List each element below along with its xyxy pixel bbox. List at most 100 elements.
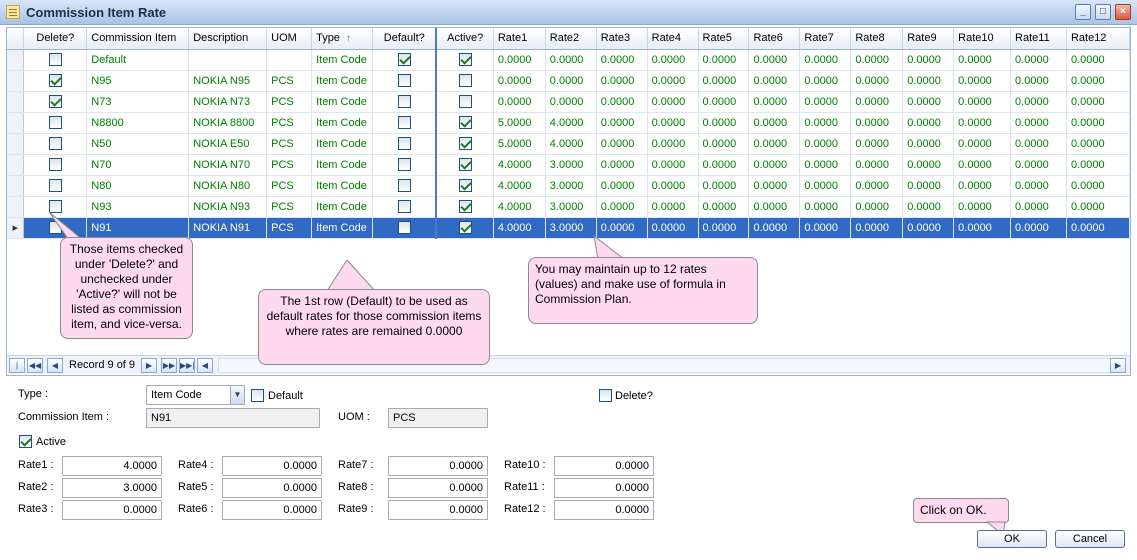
rate9-cell[interactable]: 0.0000 bbox=[902, 133, 955, 155]
rate1-cell[interactable]: 0.0000 bbox=[493, 70, 546, 92]
scroll-left-button[interactable]: ◀ bbox=[197, 358, 213, 373]
rate3-cell[interactable]: 0.0000 bbox=[596, 49, 648, 71]
rate9-cell[interactable]: 0.0000 bbox=[902, 49, 955, 71]
rate7-cell[interactable]: 0.0000 bbox=[799, 154, 852, 176]
delete-checkbox[interactable] bbox=[48, 137, 62, 150]
description-cell[interactable]: NOKIA N80 bbox=[188, 175, 268, 197]
column-header[interactable]: Rate10 bbox=[953, 28, 1012, 50]
active-checkbox[interactable] bbox=[458, 179, 472, 192]
delete-checkbox[interactable] bbox=[48, 158, 62, 171]
rate11-cell[interactable]: 0.0000 bbox=[1010, 49, 1067, 71]
rate3-cell[interactable]: 0.0000 bbox=[596, 91, 648, 113]
rate11-cell[interactable]: 0.0000 bbox=[1010, 154, 1067, 176]
column-header[interactable]: Rate2 bbox=[545, 28, 597, 50]
column-header[interactable]: UOM bbox=[266, 28, 313, 50]
last-record-button[interactable]: ▶▶| bbox=[179, 358, 195, 373]
description-cell[interactable]: NOKIA E50 bbox=[188, 133, 268, 155]
rate11-cell[interactable]: 0.0000 bbox=[1010, 175, 1067, 197]
rate6-cell[interactable]: 0.0000 bbox=[748, 133, 801, 155]
table-row[interactable]: N50 NOKIA E50 PCS Item Code 5.0000 4.0000 0.00… bbox=[7, 133, 1130, 155]
rate6-cell[interactable]: 0.0000 bbox=[748, 91, 801, 113]
rate6-cell[interactable]: 0.0000 bbox=[748, 154, 801, 176]
row-indicator[interactable] bbox=[7, 154, 25, 176]
rate2-cell[interactable]: 3.0000 bbox=[545, 217, 597, 239]
rate9-cell[interactable]: 0.0000 bbox=[902, 175, 955, 197]
rate2-cell[interactable]: 3.0000 bbox=[545, 154, 597, 176]
row-indicator[interactable] bbox=[7, 112, 25, 134]
active-checkbox[interactable] bbox=[19, 435, 32, 448]
rate12-cell[interactable]: 0.0000 bbox=[1066, 175, 1130, 197]
column-header[interactable]: Rate5 bbox=[698, 28, 750, 50]
row-indicator[interactable] bbox=[7, 70, 25, 92]
rate12-cell[interactable]: 0.0000 bbox=[1066, 196, 1130, 218]
rate10-cell[interactable]: 0.0000 bbox=[953, 175, 1012, 197]
rate10-cell[interactable]: 0.0000 bbox=[953, 154, 1012, 176]
rate8-cell[interactable]: 0.0000 bbox=[850, 217, 904, 239]
rate2-cell[interactable]: 0.0000 bbox=[545, 91, 597, 113]
active-checkbox[interactable] bbox=[458, 137, 472, 150]
commission-item-cell[interactable]: N93 bbox=[86, 196, 190, 218]
rate7-cell[interactable]: 0.0000 bbox=[799, 175, 852, 197]
rate8-cell[interactable]: 0.0000 bbox=[850, 133, 904, 155]
column-header[interactable]: Rate1 bbox=[493, 28, 546, 50]
rate3-cell[interactable]: 0.0000 bbox=[596, 154, 648, 176]
rate4-cell[interactable]: 0.0000 bbox=[647, 70, 699, 92]
rate4-cell[interactable]: 0.0000 bbox=[647, 112, 699, 134]
rate2-input[interactable]: 3.0000 bbox=[62, 478, 162, 498]
rate11-input[interactable]: 0.0000 bbox=[554, 478, 654, 498]
rate6-cell[interactable]: 0.0000 bbox=[748, 175, 801, 197]
chevron-down-icon[interactable]: ▼ bbox=[230, 386, 244, 404]
rate5-cell[interactable]: 0.0000 bbox=[698, 91, 750, 113]
commission-item-cell[interactable]: N50 bbox=[86, 133, 190, 155]
rate10-cell[interactable]: 0.0000 bbox=[953, 196, 1012, 218]
rate6-cell[interactable]: 0.0000 bbox=[748, 112, 801, 134]
row-indicator[interactable] bbox=[7, 49, 25, 71]
rate5-cell[interactable]: 0.0000 bbox=[698, 133, 750, 155]
active-checkbox[interactable] bbox=[458, 74, 472, 87]
commission-item-cell[interactable]: N80 bbox=[86, 175, 190, 197]
type-cell[interactable]: Item Code bbox=[311, 133, 374, 155]
active-checkbox[interactable] bbox=[458, 116, 472, 129]
commission-item-cell[interactable]: N91 bbox=[86, 217, 190, 239]
rate12-cell[interactable]: 0.0000 bbox=[1066, 133, 1130, 155]
delete-checkbox[interactable] bbox=[599, 389, 612, 402]
uom-cell[interactable]: PCS bbox=[266, 175, 313, 197]
type-cell[interactable]: Item Code bbox=[311, 91, 374, 113]
table-row[interactable]: N93 NOKIA N93 PCS Item Code 4.0000 3.0000 0.00… bbox=[7, 196, 1130, 218]
rate11-cell[interactable]: 0.0000 bbox=[1010, 112, 1067, 134]
next-page-button[interactable]: ▶▶ bbox=[161, 358, 177, 373]
column-header[interactable]: Rate6 bbox=[748, 28, 801, 50]
rate6-cell[interactable]: 0.0000 bbox=[748, 196, 801, 218]
uom-cell[interactable]: PCS bbox=[266, 112, 313, 134]
rate8-cell[interactable]: 0.0000 bbox=[850, 196, 904, 218]
table-row[interactable]: Default Item Code 0.0000 0.0000 0.0000 0.0000… bbox=[7, 49, 1130, 71]
table-row[interactable]: ▸ N91 NOKIA N91 PCS Item Code 4.0000 3.0000 0.0… bbox=[7, 217, 1130, 239]
default-checkbox[interactable] bbox=[397, 74, 411, 87]
uom-cell[interactable]: PCS bbox=[266, 133, 313, 155]
first-record-button[interactable]: |◀◀ bbox=[9, 358, 25, 375]
delete-checkbox[interactable] bbox=[48, 74, 62, 87]
column-header[interactable]: Type ↑ bbox=[311, 28, 374, 50]
active-checkbox[interactable] bbox=[458, 53, 472, 66]
commission-item-cell[interactable]: N73 bbox=[86, 91, 190, 113]
rate3-input[interactable]: 0.0000 bbox=[62, 500, 162, 520]
column-header[interactable]: Rate7 bbox=[799, 28, 852, 50]
rate3-cell[interactable]: 0.0000 bbox=[596, 70, 648, 92]
rate12-cell[interactable]: 0.0000 bbox=[1066, 91, 1130, 113]
close-button[interactable]: × bbox=[1115, 4, 1131, 20]
rate2-cell[interactable]: 3.0000 bbox=[545, 196, 597, 218]
rate6-cell[interactable]: 0.0000 bbox=[748, 70, 801, 92]
delete-checkbox[interactable] bbox=[48, 116, 62, 129]
rate9-input[interactable]: 0.0000 bbox=[388, 500, 488, 520]
rate8-cell[interactable]: 0.0000 bbox=[850, 70, 904, 92]
rate7-cell[interactable]: 0.0000 bbox=[799, 217, 852, 239]
rate12-cell[interactable]: 0.0000 bbox=[1066, 112, 1130, 134]
rate4-cell[interactable]: 0.0000 bbox=[647, 217, 699, 239]
active-checkbox[interactable] bbox=[458, 221, 472, 234]
row-indicator[interactable] bbox=[7, 175, 25, 197]
rate5-cell[interactable]: 0.0000 bbox=[698, 217, 750, 239]
rate5-cell[interactable]: 0.0000 bbox=[698, 49, 750, 71]
default-checkbox[interactable] bbox=[397, 158, 411, 171]
rate1-cell[interactable]: 5.0000 bbox=[493, 112, 546, 134]
rate2-cell[interactable]: 0.0000 bbox=[545, 70, 597, 92]
